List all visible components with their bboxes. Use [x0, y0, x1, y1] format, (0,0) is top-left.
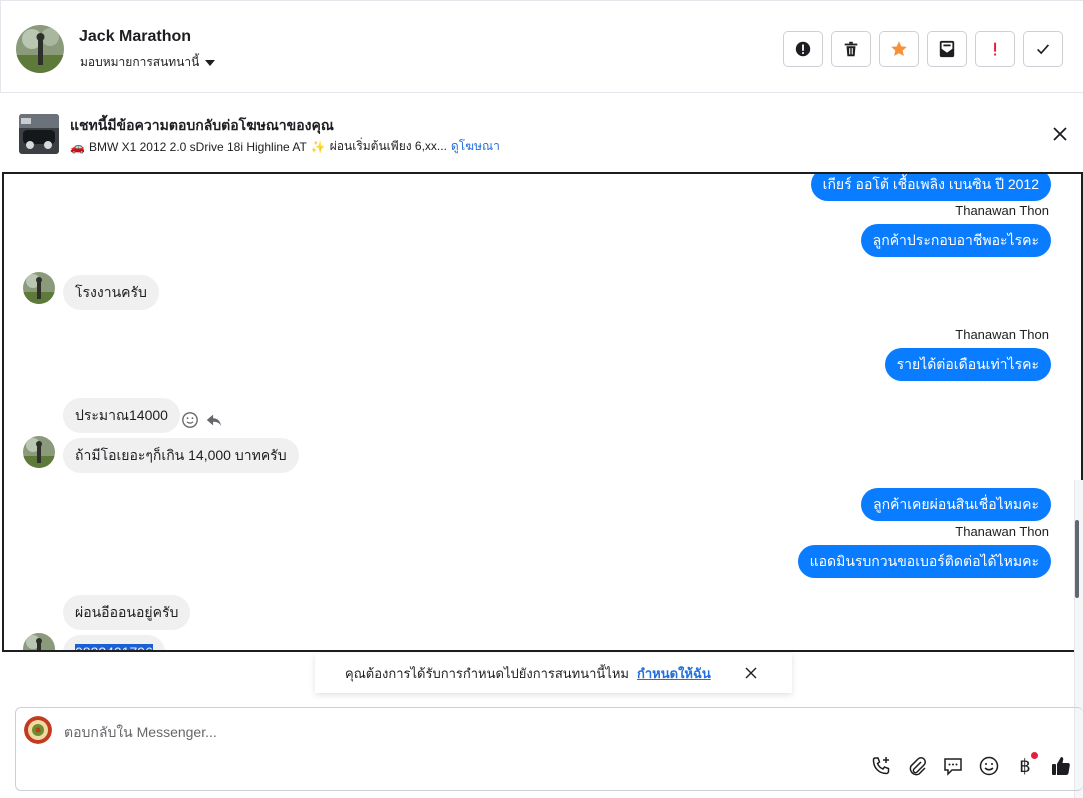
incoming-message[interactable]: ผ่อนอีออนอยู่ครับ	[63, 595, 191, 630]
conversation-header: Jack Marathon มอบหมายการสนทนานี้	[0, 0, 1083, 93]
call-button[interactable]	[870, 755, 892, 777]
outgoing-message[interactable]: ลูกค้าเคยผ่อนสินเชื่อไหมคะ	[860, 488, 1051, 521]
car-icon: 🚗	[70, 139, 85, 154]
paperclip-icon	[909, 757, 926, 776]
contact-avatar-small[interactable]	[23, 436, 55, 468]
star-icon	[891, 41, 907, 57]
trash-icon	[844, 41, 858, 57]
message-actions	[181, 411, 223, 429]
chat-bubble-icon	[944, 758, 962, 776]
incoming-message[interactable]: ประมาณ14000	[63, 398, 180, 433]
alert-circle-icon	[795, 41, 811, 57]
reply-composer	[15, 707, 1083, 791]
close-icon[interactable]	[743, 665, 759, 681]
close-icon[interactable]	[1050, 124, 1070, 144]
outgoing-message[interactable]: เกียร์ ออโต้ เชื้อเพลิง เบนซิน ปี 2012	[810, 174, 1051, 201]
incoming-message[interactable]: ถ้ามีโอเยอะๆก็เกิน 14,000 บาทครับ	[63, 438, 299, 473]
reply-input[interactable]	[64, 722, 764, 742]
contact-name[interactable]: Jack Marathon	[79, 28, 191, 46]
saved-replies-button[interactable]	[942, 755, 964, 777]
composer-tools: ฿	[870, 752, 1072, 777]
phone-number-selected[interactable]: 0832401796	[75, 644, 153, 650]
ad-banner-title: แชทนี้มีข้อความตอบกลับต่อโฆษณาของคุณ	[70, 117, 334, 133]
contact-avatar-small[interactable]	[23, 272, 55, 304]
baht-icon: ฿	[1019, 755, 1031, 777]
sender-name: Thanawan Thon	[955, 524, 1049, 539]
outgoing-message[interactable]: แอดมินรบกวนขอเบอร์ติดต่อได้ไหมคะ	[797, 545, 1051, 578]
payment-button[interactable]: ฿	[1014, 752, 1038, 777]
ad-banner-subtitle: 🚗 BMW X1 2012 2.0 sDrive 18i Highline AT…	[70, 137, 500, 156]
incoming-message[interactable]: 0832401796	[63, 635, 165, 650]
exclamation-icon	[994, 42, 997, 56]
attach-button[interactable]	[906, 755, 928, 777]
delete-button[interactable]	[831, 31, 871, 67]
page-avatar	[24, 716, 52, 744]
ad-text: BMW X1 2012 2.0 sDrive 18i Highline AT	[88, 139, 307, 154]
sender-name: Thanawan Thon	[955, 203, 1049, 218]
star-button[interactable]	[879, 31, 919, 67]
reply-icon[interactable]	[205, 411, 223, 429]
mark-done-button[interactable]	[1023, 31, 1063, 67]
mail-icon	[939, 40, 955, 58]
smiley-icon[interactable]	[181, 411, 199, 429]
ad-text-2: ผ่อนเริ่มต้นเพียง 6,xx...	[329, 139, 447, 153]
report-spam-button[interactable]	[783, 31, 823, 67]
view-ad-link[interactable]: ดูโฆษณา	[451, 137, 500, 156]
follow-up-button[interactable]	[975, 31, 1015, 67]
assign-prompt-toast: คุณต้องการได้รับการกำหนดไปยังการสนทนานี้…	[315, 653, 792, 693]
caret-down-icon	[205, 60, 216, 66]
inbox-conversation-view: Jack Marathon มอบหมายการสนทนานี้ แชทนี้ม…	[0, 0, 1083, 798]
emoji-button[interactable]	[978, 755, 1000, 777]
toast-text: คุณต้องการได้รับการกำหนดไปยังการสนทนานี้…	[345, 665, 629, 681]
contact-avatar-small[interactable]	[23, 633, 55, 650]
incoming-message[interactable]: โรงงานครับ	[63, 275, 159, 310]
mark-unread-button[interactable]	[927, 31, 967, 67]
like-button[interactable]	[1050, 755, 1072, 777]
assign-label: มอบหมายการสนทนานี้	[80, 55, 200, 69]
message-thread[interactable]: เกียร์ ออโต้ เชื้อเพลิง เบนซิน ปี 2012 T…	[2, 172, 1083, 652]
phone-plus-icon	[872, 757, 890, 775]
outgoing-message[interactable]: รายได้ต่อเดือนเท่าไรคะ	[884, 348, 1051, 381]
assign-conversation-dropdown[interactable]: มอบหมายการสนทนานี้	[80, 53, 216, 72]
ad-thumbnail[interactable]	[19, 114, 59, 154]
smiley-icon	[979, 756, 999, 776]
thumbs-up-icon	[1052, 757, 1070, 775]
header-actions	[783, 31, 1063, 67]
outgoing-message[interactable]: ลูกค้าประกอบอาชีพอะไรคะ	[860, 224, 1051, 257]
sparkle-icon: ✨	[310, 139, 326, 154]
contact-avatar[interactable]	[16, 25, 64, 73]
scrollbar-thumb[interactable]	[1075, 520, 1079, 598]
check-icon	[1037, 44, 1050, 55]
notification-dot	[1031, 752, 1038, 759]
assign-to-me-link[interactable]: กำหนดให้ฉัน	[637, 663, 711, 684]
sender-name: Thanawan Thon	[955, 327, 1049, 342]
